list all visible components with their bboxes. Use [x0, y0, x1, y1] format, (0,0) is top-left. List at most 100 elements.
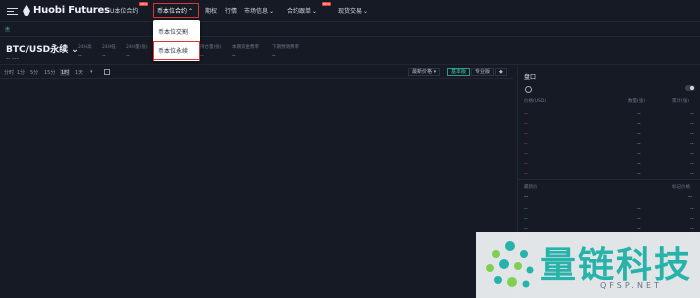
more-timeframes-icon[interactable]: ▾	[90, 69, 93, 75]
symbol-label: BTC/USD永续	[6, 45, 69, 55]
ask-qty: --	[637, 131, 641, 137]
ask-price: --	[524, 141, 528, 147]
ask-qty: --	[637, 161, 641, 167]
depth-mode-icon[interactable]	[525, 86, 532, 93]
timeframe-option[interactable]: 1天	[75, 69, 83, 76]
ask-qty: --	[637, 111, 641, 117]
ticker-bar: BTC/USD永续 ⌄ -- --- 24H高 -- 24H低 -- 24H量(…	[0, 38, 700, 65]
nav-label: 现货交易	[338, 8, 363, 15]
order-book-title: 盘口	[524, 74, 537, 81]
ask-row[interactable]: -- -- --	[524, 141, 694, 147]
ask-row[interactable]: -- -- --	[524, 161, 694, 167]
new-badge: NEW	[321, 2, 332, 6]
dropdown-item-delivery[interactable]: 币本位交割	[158, 27, 188, 36]
chevron-down-icon: ⌄	[312, 8, 318, 15]
stat-value: --	[126, 53, 130, 59]
symbol-selector[interactable]: BTC/USD永续 ⌄	[6, 42, 79, 55]
stat-label: 持仓量(张)	[200, 45, 222, 50]
price-mode-select[interactable]: 最新价格 ▾	[408, 68, 441, 76]
ask-total: --	[690, 141, 694, 147]
order-book-toggle[interactable]	[685, 85, 695, 91]
nav-copy-trading[interactable]: 合约跟单⌄ NEW	[287, 2, 332, 15]
stat-label: 本期资金费率	[232, 45, 259, 50]
nav-label: 市场信息	[244, 8, 269, 15]
top-nav: Huobi Futures U本位合约 NEW 币本位合约⌃ 期权 行情 市场信…	[0, 0, 700, 22]
logo[interactable]: Huobi Futures	[23, 5, 110, 16]
nav-label: 币本位合约	[157, 8, 188, 15]
chart-settings-icon[interactable]: ◆	[495, 68, 507, 76]
chevron-down-icon: ⌄	[363, 8, 369, 15]
ask-qty: --	[637, 151, 641, 157]
bid-row[interactable]: -- -- --	[524, 206, 694, 212]
stat-value: --	[232, 53, 236, 59]
ask-price: --	[524, 131, 528, 137]
ask-price: --	[524, 151, 528, 157]
stat-label: 下期预测费率	[272, 45, 299, 50]
nav-coin-futures[interactable]: 币本位合约⌃	[157, 6, 193, 15]
ask-row[interactable]: -- -- --	[524, 171, 694, 177]
timeframe-option[interactable]: 5分	[30, 69, 38, 76]
column-header: 数量(张)	[628, 99, 646, 104]
watermark: 量链科技 QFSP.NET	[476, 232, 700, 298]
nav-spot[interactable]: 现货交易⌄	[338, 6, 368, 15]
stat-value: --	[102, 53, 106, 59]
chevron-down-icon: ⌄	[269, 8, 275, 15]
stat-value: --	[272, 53, 276, 59]
add-favorite-button[interactable]: +	[5, 27, 10, 32]
ask-qty: --	[637, 141, 641, 147]
ask-row[interactable]: -- -- --	[524, 121, 694, 127]
ask-row[interactable]: -- -- --	[524, 111, 694, 117]
ask-total: --	[690, 171, 694, 177]
ask-price: --	[524, 111, 528, 117]
nav-options[interactable]: 期权	[205, 6, 217, 15]
basic-chart-button[interactable]: 基本版	[447, 68, 471, 76]
bid-total: --	[690, 216, 694, 222]
flame-logo-icon	[23, 5, 30, 16]
ask-price: --	[524, 171, 528, 177]
bid-total: --	[690, 206, 694, 212]
timeframe-option[interactable]: 15分	[44, 69, 55, 76]
ask-total: --	[690, 161, 694, 167]
chevron-up-icon: ⌃	[188, 8, 194, 15]
nav-label: U本位合约	[110, 8, 139, 15]
bid-qty: --	[637, 216, 641, 222]
nav-label: 行情	[225, 8, 238, 15]
ask-total: --	[690, 151, 694, 157]
coin-futures-dropdown: 币本位交割 币本位永续	[153, 20, 200, 61]
mark-price-value: --	[688, 193, 693, 200]
ask-total: --	[690, 121, 694, 127]
ask-row[interactable]: -- -- --	[524, 131, 694, 137]
timeframe-option-active[interactable]: 1时	[60, 69, 71, 76]
stat-label: 24H高	[78, 45, 92, 50]
stat-label: 24H低	[102, 45, 116, 50]
bid-price: --	[524, 206, 528, 212]
stat-value: --	[78, 53, 82, 59]
latest-price-value: --	[524, 193, 529, 200]
new-badge: NEW	[139, 2, 149, 6]
pro-chart-button[interactable]: 专业版	[471, 68, 495, 76]
menu-icon[interactable]	[7, 8, 18, 15]
nav-markets[interactable]: 行情	[225, 6, 237, 15]
column-header: 价格(USD)	[524, 99, 547, 104]
column-header: 累计(张)	[672, 99, 690, 104]
qfsp-logo-icon	[486, 241, 534, 288]
bid-row[interactable]: -- -- --	[524, 216, 694, 222]
timeframe-option[interactable]: 1分	[17, 69, 25, 76]
ask-total: --	[690, 111, 694, 117]
latest-price-label: 最新价	[524, 185, 538, 190]
stat-label: 24H量(张)	[126, 45, 148, 50]
ask-price: --	[524, 121, 528, 127]
bid-qty: --	[637, 206, 641, 212]
price-chart-area[interactable]	[0, 80, 513, 298]
timeframe-option[interactable]: 分时	[4, 69, 14, 76]
dropdown-item-perpetual[interactable]: 币本位永续	[158, 46, 188, 55]
fullscreen-icon[interactable]	[104, 69, 110, 75]
watermark-subtext: QFSP.NET	[600, 281, 662, 290]
ask-total: --	[690, 131, 694, 137]
ask-qty: --	[637, 121, 641, 127]
nav-market-info[interactable]: 市场信息⌄	[244, 6, 274, 15]
nav-usdt-futures[interactable]: U本位合约 NEW	[110, 2, 149, 15]
divider	[518, 179, 700, 180]
ask-row[interactable]: -- -- --	[524, 151, 694, 157]
ask-qty: --	[637, 171, 641, 177]
